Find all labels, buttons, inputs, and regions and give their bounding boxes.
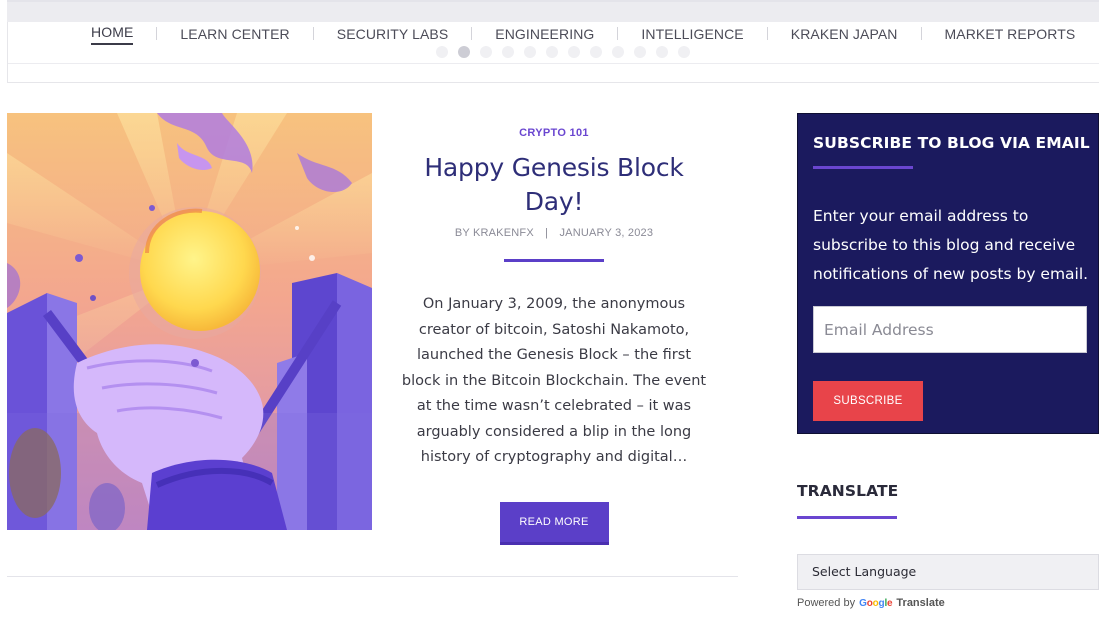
nav-item-market-reports[interactable]: MARKET REPORTS [945, 24, 1076, 42]
nav-divider [312, 26, 314, 40]
blog-page: HOME LEARN CENTER SECURITY LABS ENGINEER… [0, 0, 1099, 618]
post-excerpt: On January 3, 2009, the anonymous creato… [401, 296, 707, 465]
slider-dots [436, 46, 690, 58]
slider-dot[interactable] [568, 46, 580, 58]
nav-rule [8, 63, 1099, 64]
read-more-button[interactable]: READ MORE [499, 501, 609, 545]
post-divider [7, 576, 738, 577]
translate-widget: TRANSLATE Select Language Powered by Goo… [797, 480, 1099, 609]
meta-by: BY [454, 227, 470, 239]
translate-title-underline [797, 516, 897, 519]
nav-divider [471, 26, 473, 40]
powered-by-google: Powered by Google Translate [797, 597, 945, 609]
subscribe-title: SUBSCRIBE TO BLOG VIA EMAIL [813, 134, 1090, 152]
post-category[interactable]: CRYPTO 101 [519, 127, 589, 139]
slider-dot[interactable] [546, 46, 558, 58]
nav-divider [617, 26, 619, 40]
translate-title: TRANSLATE [797, 482, 899, 500]
google-translate-link[interactable]: Translate [896, 597, 944, 609]
language-select[interactable]: Select Language [797, 554, 1099, 590]
slider-dot[interactable] [634, 46, 646, 58]
nav-items: HOME LEARN CENTER SECURITY LABS ENGINEER… [91, 22, 1076, 45]
slider-dot[interactable] [612, 46, 624, 58]
post-meta: BY KRAKENFX | JANUARY 3, 2023 [396, 227, 712, 239]
subscribe-description: Enter your email address to subscribe to… [813, 207, 1089, 283]
title-underline [504, 259, 604, 262]
meta-separator: | [545, 227, 549, 239]
slider-dot[interactable] [480, 46, 492, 58]
google-logo: Google [859, 597, 893, 609]
top-bar [7, 0, 1099, 22]
subscribe-widget: SUBSCRIBE TO BLOG VIA EMAIL Enter your e… [797, 113, 1099, 434]
featured-image-genesis-block[interactable] [7, 113, 372, 530]
slider-dot[interactable] [678, 46, 690, 58]
nav-item-learn-center[interactable]: LEARN CENTER [180, 24, 289, 42]
slider-dot[interactable] [656, 46, 668, 58]
slider-dot[interactable] [436, 46, 448, 58]
slider-dot[interactable] [590, 46, 602, 58]
nav-divider [766, 26, 768, 40]
nav-item-home[interactable]: HOME [91, 22, 134, 45]
post-date: JANUARY 3, 2023 [559, 227, 654, 239]
nav-item-kraken-japan[interactable]: KRAKEN JAPAN [791, 24, 898, 42]
nav-item-engineering[interactable]: ENGINEERING [495, 24, 594, 42]
post-card: CRYPTO 101 Happy Genesis Block Day! BY K… [396, 113, 712, 545]
post-title[interactable]: Happy Genesis Block Day! [396, 151, 712, 219]
main-nav: HOME LEARN CENTER SECURITY LABS ENGINEER… [7, 22, 1099, 83]
subscribe-title-underline [813, 166, 913, 169]
slider-dot[interactable] [458, 46, 470, 58]
nav-divider [920, 26, 922, 40]
nav-divider [156, 26, 158, 40]
nav-item-intelligence[interactable]: INTELLIGENCE [641, 24, 743, 42]
nav-item-security-labs[interactable]: SECURITY LABS [337, 24, 449, 42]
powered-by-label: Powered by [797, 597, 856, 609]
post-author[interactable]: KRAKENFX [473, 227, 534, 239]
slider-dot[interactable] [502, 46, 514, 58]
genesis-coin-illustration [7, 113, 372, 530]
email-field[interactable] [813, 306, 1087, 353]
slider-dot[interactable] [524, 46, 536, 58]
subscribe-button[interactable]: SUBSCRIBE [813, 381, 923, 421]
